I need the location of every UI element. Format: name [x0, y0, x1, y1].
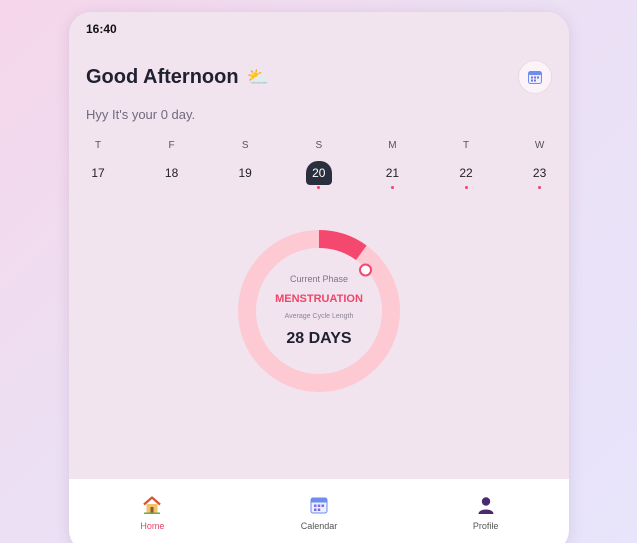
- period-dot: [317, 186, 321, 189]
- calendar-icon: [528, 71, 542, 84]
- day-letter: W: [534, 140, 545, 151]
- status-time: 16:40: [86, 22, 117, 36]
- day-22[interactable]: T 22: [446, 140, 486, 189]
- day-letter: T: [94, 140, 102, 151]
- nav-calendar[interactable]: Calendar: [236, 479, 403, 543]
- phase-label: Current Phase: [289, 274, 349, 284]
- phase-name: MENSTRUATION: [275, 293, 363, 305]
- greeting-header: Good Afternoon ⛅: [86, 66, 269, 89]
- day-20[interactable]: S 20: [299, 140, 339, 189]
- day-21[interactable]: M 21: [372, 140, 412, 189]
- app-screen: 16:40 Good Afternoon ⛅ Hyy It's your 0 d…: [69, 12, 569, 543]
- day-23[interactable]: W 23: [520, 140, 560, 189]
- week-strip: T 17 F 18 S 19 S 20 M 21 T 22 W 23: [69, 140, 569, 202]
- day-number: 19: [238, 166, 252, 180]
- day-letter: S: [241, 140, 249, 151]
- home-icon: [143, 496, 162, 514]
- user-icon: [478, 497, 494, 514]
- nav-home-label: Home: [140, 521, 165, 531]
- day-19[interactable]: S 19: [225, 140, 265, 185]
- day-18[interactable]: F 18: [152, 140, 192, 185]
- bottom-nav: Home Calendar Profile: [69, 479, 569, 543]
- day-letter: M: [388, 140, 397, 151]
- day-letter: F: [168, 140, 175, 151]
- nav-profile[interactable]: Profile: [402, 479, 569, 543]
- day-number: 18: [164, 166, 179, 180]
- cycle-ring-center: Current Phase MENSTRUATION Average Cycle…: [235, 227, 403, 395]
- day-number: 22: [459, 166, 473, 180]
- period-dot: [390, 186, 394, 189]
- cycle-day-subtitle: Hyy It's your 0 day.: [86, 107, 196, 122]
- day-number: 20: [305, 161, 332, 185]
- calendar-icon: [310, 497, 328, 514]
- greeting-text: Good Afternoon: [86, 66, 239, 88]
- day-number: 21: [385, 166, 400, 180]
- nav-profile-label: Profile: [472, 521, 499, 531]
- day-letter: S: [315, 140, 323, 151]
- sun-behind-cloud-icon: ⛅: [246, 67, 269, 88]
- period-dot: [464, 186, 468, 189]
- average-cycle-value: 28 DAYS: [286, 330, 352, 347]
- average-cycle-label: Average Cycle Length: [284, 313, 354, 320]
- cycle-ring: Current Phase MENSTRUATION Average Cycle…: [235, 227, 403, 395]
- day-17[interactable]: T 17: [78, 140, 118, 185]
- open-calendar-button[interactable]: [518, 60, 552, 94]
- period-dot: [538, 186, 542, 189]
- nav-calendar-label: Calendar: [300, 521, 338, 531]
- nav-home[interactable]: Home: [69, 479, 236, 543]
- day-number: 23: [532, 166, 547, 180]
- day-letter: T: [462, 140, 470, 151]
- day-number: 17: [91, 166, 105, 180]
